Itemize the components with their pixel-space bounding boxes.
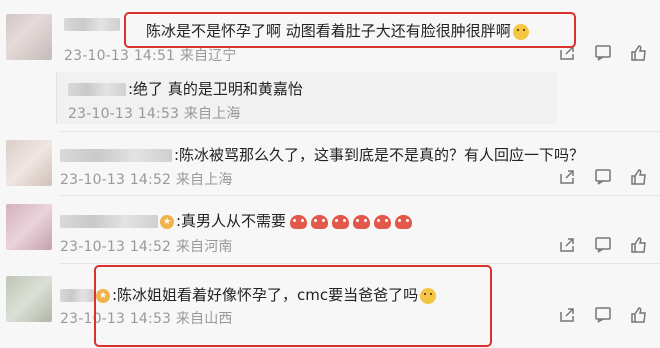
reply-text: :绝了 真的是卫明和黄嘉怡 [68, 78, 303, 99]
like-icon[interactable] [630, 306, 648, 324]
username[interactable] [60, 289, 94, 302]
comment-icon[interactable] [594, 306, 612, 324]
username[interactable] [64, 18, 120, 31]
avatar[interactable] [6, 140, 52, 186]
crab-emoji [353, 214, 371, 229]
crab-emoji [395, 214, 413, 229]
thinking-face-emoji [512, 23, 529, 40]
vip-badge-icon: ★ [160, 214, 174, 229]
comment-icon[interactable] [594, 168, 612, 186]
crab-emoji [374, 214, 392, 229]
username[interactable] [68, 83, 126, 96]
share-icon[interactable] [558, 168, 576, 186]
comment-text: 陈冰是不是怀孕了啊 动图看着肚子大还有脸很肿很胖啊 [146, 20, 529, 41]
comment-actions [558, 168, 650, 188]
comment-meta: 23-10-13 14:52 来自河南 [60, 239, 233, 255]
reply-meta: 23-10-13 14:53 来自上海 [68, 106, 241, 122]
share-icon[interactable] [558, 44, 576, 62]
like-icon[interactable] [630, 236, 648, 254]
avatar[interactable] [6, 14, 52, 60]
comment-item: ★:陈冰姐姐看着好像怀孕了，cmc要当爸爸了吗 23-10-13 14:53 来… [0, 264, 660, 348]
thinking-face-emoji [420, 287, 437, 304]
comment-text: ★:真男人从不需要 [60, 210, 413, 231]
avatar[interactable] [6, 204, 52, 250]
comment-meta: 23-10-13 14:51 来自辽宁 [64, 18, 237, 65]
crab-emoji [311, 214, 329, 229]
comment-icon[interactable] [594, 44, 612, 62]
crab-emoji [332, 214, 350, 229]
comment-item: 陈冰是不是怀孕了啊 动图看着肚子大还有脸很肿很胖啊 23-10-13 14:51… [0, 0, 660, 72]
comment-actions [558, 306, 650, 326]
comment-actions [558, 44, 650, 64]
comment-text: :陈冰被骂那么久了，这事到底是不是真的？有人回应一下吗？ [60, 144, 584, 165]
avatar[interactable] [6, 276, 52, 322]
comment-meta: 23-10-13 14:52 来自上海 [60, 172, 233, 188]
comment-actions [558, 236, 650, 256]
username[interactable] [60, 149, 172, 162]
username[interactable] [60, 215, 158, 228]
comment-item: :陈冰被骂那么久了，这事到底是不是真的？有人回应一下吗？ 23-10-13 14… [0, 132, 660, 194]
comment-icon[interactable] [594, 236, 612, 254]
comment-item: ★:真男人从不需要 23-10-13 14:52 来自河南 [0, 196, 660, 258]
comment-text: ★:陈冰姐姐看着好像怀孕了，cmc要当爸爸了吗 [60, 284, 437, 305]
share-icon[interactable] [558, 306, 576, 324]
crab-emoji [290, 214, 308, 229]
vip-badge-icon: ★ [96, 288, 110, 303]
like-icon[interactable] [630, 168, 648, 186]
comment-meta: 23-10-13 14:53 来自山西 [60, 311, 233, 327]
like-icon[interactable] [630, 44, 648, 62]
share-icon[interactable] [558, 236, 576, 254]
